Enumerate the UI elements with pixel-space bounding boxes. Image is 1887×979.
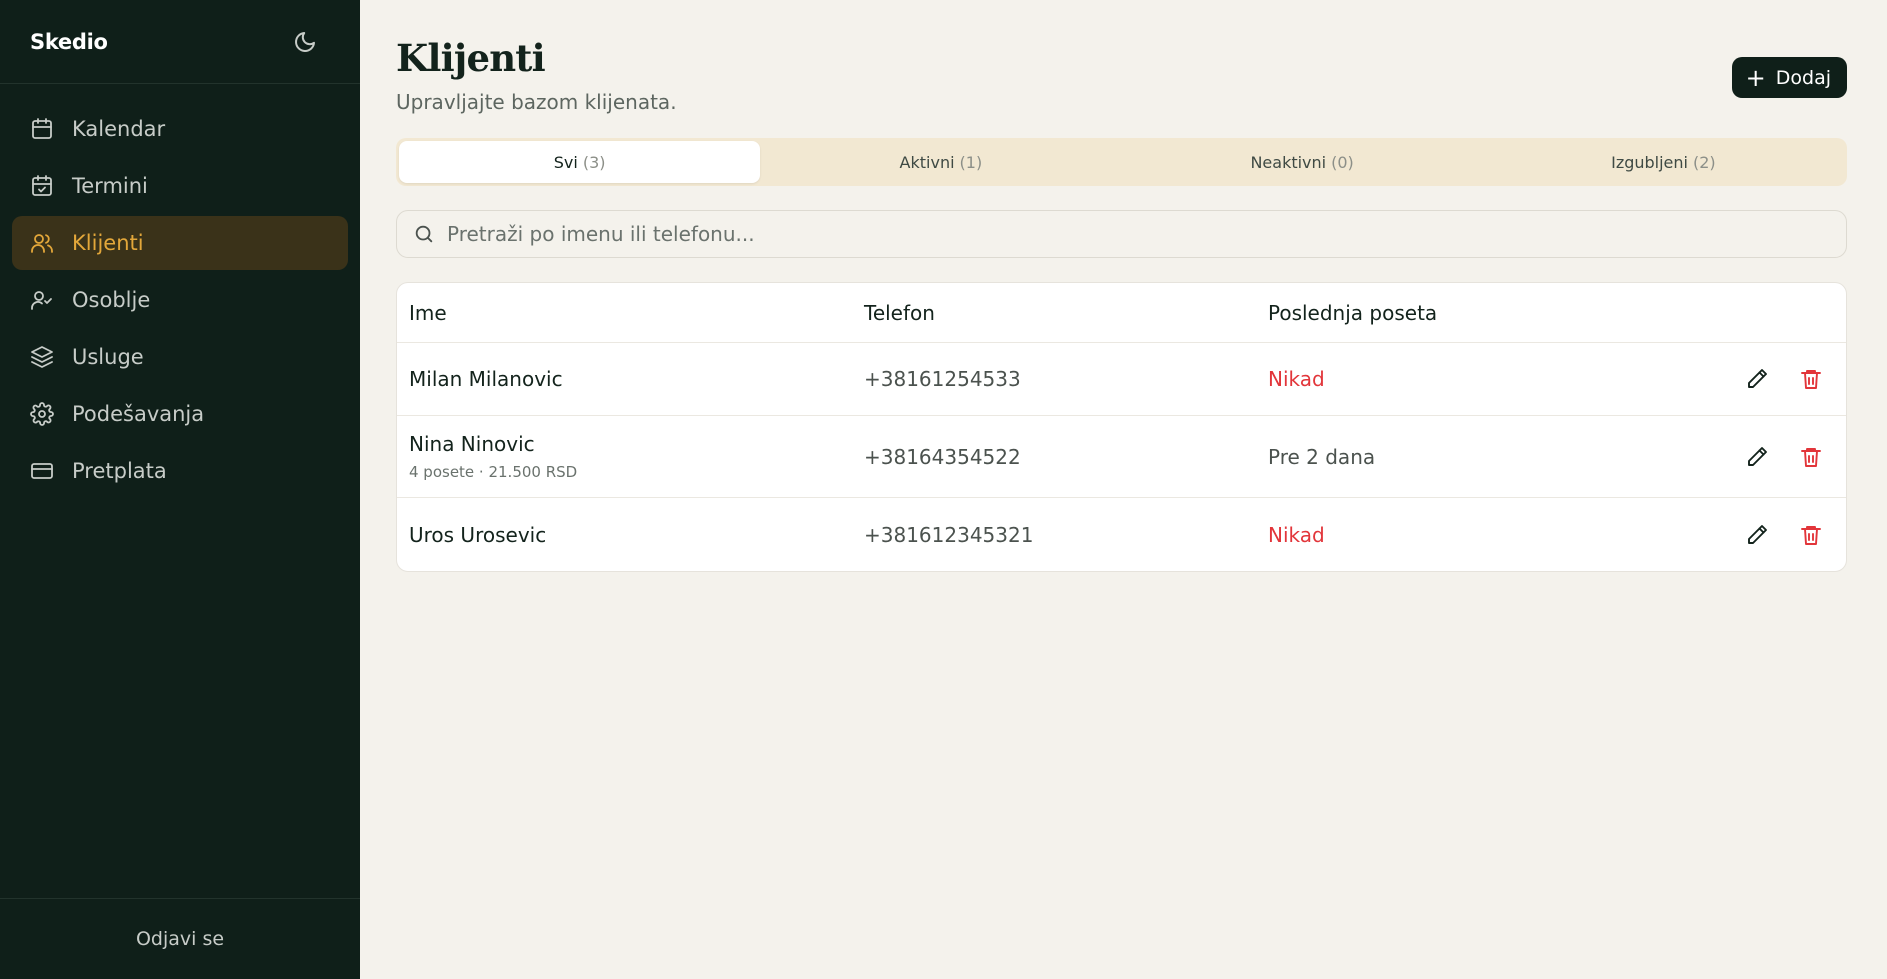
column-header-ime: Ime [409, 300, 447, 325]
calendar-icon [32, 118, 52, 139]
page-title: Klijenti [396, 36, 546, 80]
client-name: Nina Ninovic [409, 432, 535, 456]
table-row[interactable]: Nina Ninovic 4 posete · 21.500 RSD +3816… [397, 416, 1846, 498]
layers-icon [31, 346, 53, 368]
sidebar-item-osoblje[interactable]: Osoblje [12, 273, 348, 327]
trash-icon[interactable] [1798, 366, 1824, 392]
sidebar-item-pretplata[interactable]: Pretplata [12, 444, 348, 498]
tab-label: Aktivni [899, 152, 955, 172]
client-last-visit: Pre 2 dana [1268, 444, 1376, 469]
users-icon [31, 234, 53, 253]
client-phone: +381612345321 [864, 522, 1034, 547]
app-root: Skedio Kalendar Termini Klijenti Osoblje [0, 0, 1887, 979]
sidebar-item-label: Usluge [72, 345, 144, 369]
sidebar-item-label: Osoblje [72, 288, 151, 312]
user-check-icon [31, 291, 52, 310]
main-content: Klijenti Upravljajte bazom klijenata. + … [360, 0, 1887, 979]
sidebar-item-kalendar[interactable]: Kalendar [12, 102, 348, 156]
credit-card-icon [31, 463, 53, 479]
client-last-visit: Nikad [1268, 367, 1325, 391]
row-actions [1716, 522, 1846, 548]
sidebar-item-label: Podešavanja [72, 402, 205, 426]
sidebar-header: Skedio [0, 0, 360, 84]
pencil-icon[interactable] [1744, 444, 1770, 470]
search-input[interactable] [447, 222, 1830, 246]
brand-logo[interactable]: Skedio [30, 30, 108, 54]
search-icon [415, 225, 433, 243]
add-client-button[interactable]: + Dodaj [1731, 57, 1847, 98]
client-name-cell: Uros Urosevic [397, 523, 852, 547]
client-phone: +38164354522 [864, 444, 1021, 469]
sidebar-item-label: Kalendar [72, 117, 166, 141]
tab-count: (1) [959, 152, 983, 172]
gear-icon [30, 402, 54, 426]
tab-label: Izgubljeni [1611, 152, 1688, 172]
add-button-label: Dodaj [1775, 66, 1831, 89]
sidebar-item-klijenti[interactable]: Klijenti [12, 216, 348, 270]
client-name-cell: Milan Milanovic [397, 367, 852, 391]
sidebar-item-label: Termini [72, 174, 148, 198]
table-header: Ime Telefon Poslednja poseta [397, 283, 1846, 343]
client-visit-summary: 4 posete · 21.500 RSD [409, 463, 578, 481]
tab-svi[interactable]: Svi (3) [399, 141, 761, 183]
trash-icon[interactable] [1798, 522, 1824, 548]
row-actions [1716, 444, 1846, 470]
sidebar-footer: Odjavi se [0, 898, 360, 979]
tab-neaktivni[interactable]: Neaktivni (0) [1122, 141, 1483, 183]
filter-tabs: Svi (3) Aktivni (1) Neaktivni (0) Izgubl… [396, 138, 1847, 186]
trash-icon[interactable] [1798, 444, 1824, 470]
tab-count: (0) [1331, 152, 1354, 172]
tab-izgubljeni[interactable]: Izgubljeni (2) [1483, 141, 1844, 183]
sidebar-item-termini[interactable]: Termini [12, 159, 348, 213]
page-subtitle: Upravljajte bazom klijenata. [396, 90, 677, 114]
client-phone: +38161254533 [864, 367, 1021, 391]
column-header-telefon: Telefon [864, 300, 935, 325]
moon-icon[interactable] [290, 27, 320, 57]
sidebar-item-label: Klijenti [72, 231, 144, 255]
tab-label: Neaktivni [1250, 152, 1327, 172]
sidebar-nav: Kalendar Termini Klijenti Osoblje Usluge… [0, 84, 360, 501]
sidebar: Skedio Kalendar Termini Klijenti Osoblje [0, 0, 360, 979]
column-header-poslednja-poseta: Poslednja poseta [1268, 300, 1438, 325]
tab-label: Svi [553, 152, 578, 172]
tab-count: (2) [1692, 152, 1716, 172]
client-name: Uros Urosevic [409, 522, 547, 547]
table-row[interactable]: Milan Milanovic +38161254533 Nikad [397, 343, 1846, 416]
logout-button[interactable]: Odjavi se [136, 928, 224, 950]
sidebar-item-podesavanja[interactable]: Podešavanja [12, 387, 348, 441]
clients-table: Ime Telefon Poslednja poseta Milan Milan… [396, 282, 1847, 572]
pencil-icon[interactable] [1744, 522, 1770, 548]
client-name: Milan Milanovic [409, 367, 563, 391]
calendar-check-icon [32, 175, 52, 196]
search-bar [396, 210, 1847, 258]
tab-aktivni[interactable]: Aktivni (1) [760, 141, 1121, 183]
tab-count: (3) [582, 152, 606, 172]
client-last-visit: Nikad [1268, 522, 1325, 547]
pencil-icon[interactable] [1744, 366, 1770, 392]
sidebar-item-usluge[interactable]: Usluge [12, 330, 348, 384]
row-actions [1716, 366, 1846, 392]
client-name-cell: Nina Ninovic 4 posete · 21.500 RSD [397, 432, 852, 481]
plus-icon: + [1745, 63, 1766, 92]
sidebar-item-label: Pretplata [72, 459, 167, 483]
table-row[interactable]: Uros Urosevic +381612345321 Nikad [397, 498, 1846, 571]
